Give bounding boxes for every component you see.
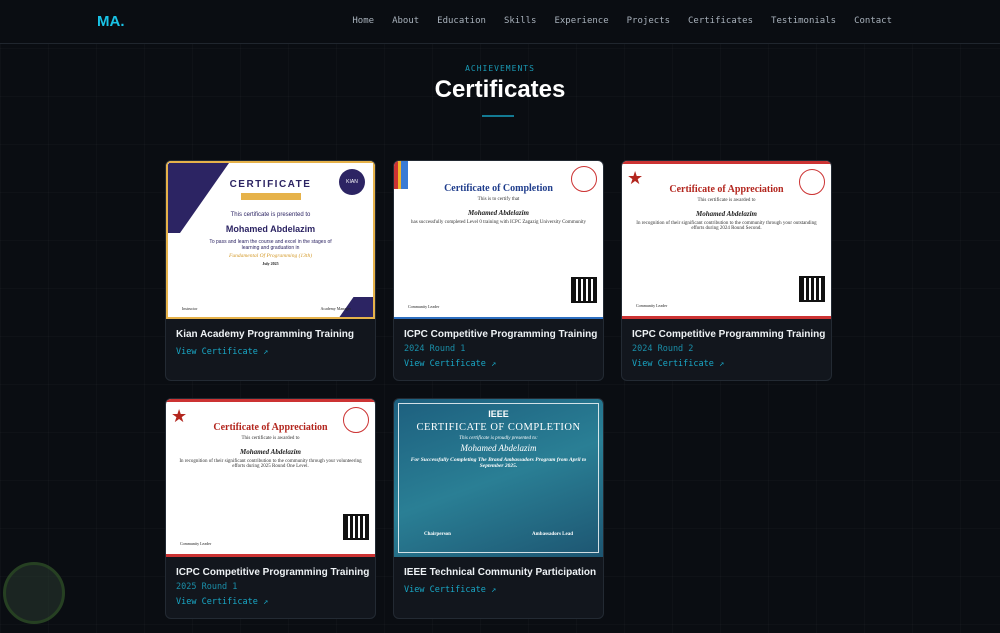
cert-body: has successfully completed Level 0 train… [411,220,586,225]
link-label: View Certificate [404,585,486,595]
card-subtitle: 2024 Round 1 [404,344,466,354]
cert-line: This certificate is awarded to [241,436,300,441]
cert-sig: Community Leader [180,541,212,546]
cert-course: Fundamental Of Programming (13th) [228,253,313,259]
cert-sig: Instructor [182,306,198,311]
site-logo[interactable]: MA. [97,13,125,30]
title-underline [482,115,514,117]
cert-body: To pass and learn the course and excel i… [209,239,332,251]
link-label: View Certificate [404,359,486,369]
cert-sig: Chairperson [424,532,451,537]
nav-about[interactable]: About [392,16,419,26]
link-label: View Certificate [176,347,258,357]
certificate-image[interactable]: ★ Certificate of Appreciation This certi… [622,161,831,319]
external-link-icon: ↗ [491,359,497,369]
certificate-card: IEEE CERTIFICATE OF COMPLETION This cert… [393,398,604,619]
external-link-icon: ↗ [719,359,725,369]
cert-line: This is to certify that [477,197,520,202]
qr-code [799,276,825,302]
link-label: View Certificate [632,359,714,369]
cert-sig: Community Leader [408,304,440,309]
nav-experience[interactable]: Experience [554,16,608,26]
nav-menu: Home About Education Skills Experience P… [352,16,892,26]
nav-testimonials[interactable]: Testimonials [771,16,836,26]
certificate-image[interactable]: KIAN CERTIFICATE This certificate is pre… [166,161,375,319]
cert-body: In recognition of their significant cont… [636,221,817,231]
cert-sig: Community Leader [636,303,668,308]
certificate-card: ★ Certificate of Appreciation This certi… [621,160,832,381]
top-nav: MA. Home About Education Skills Experien… [0,0,1000,44]
section-eyebrow: ACHIEVEMENTS [465,64,535,73]
card-title: ICPC Competitive Programming Training [632,329,826,340]
cert-name: Mohamed Abdelazim [468,209,529,217]
certificate-card: Certificate of Completion This is to cer… [393,160,604,381]
nav-skills[interactable]: Skills [504,16,537,26]
certificate-image[interactable]: ★ Certificate of Appreciation This certi… [166,399,375,557]
qr-code [343,514,369,540]
section-title: Certificates [434,76,566,103]
certificate-card: ★ Certificate of Appreciation This certi… [165,398,376,619]
cert-sig: Ambassadors Lead [532,532,573,537]
cert-name: Mohamed Abdelazim [225,224,316,234]
certificate-card: KIAN CERTIFICATE This certificate is pre… [165,160,376,381]
nav-certificates[interactable]: Certificates [688,16,753,26]
card-title: IEEE Technical Community Participation [404,567,597,578]
decor-stripe [168,163,237,233]
certificate-image[interactable]: Certificate of Completion This is to cer… [394,161,603,319]
card-subtitle: 2025 Round 1 [176,582,238,592]
cert-sig: Academy Manager [320,306,351,311]
external-link-icon: ↗ [263,347,269,357]
cert-name: Mohamed Abdelazim [696,210,757,218]
watermark-shield-logo [3,562,65,624]
cert-date: July 2025 [262,261,279,266]
nav-contact[interactable]: Contact [854,16,892,26]
cert-body: In recognition of their significant cont… [179,459,362,469]
view-certificate-link[interactable]: View Certificate ↗ [632,359,724,369]
card-subtitle: 2024 Round 2 [632,344,694,354]
cert-line: This certificate is awarded to [697,198,756,203]
decor-stripe [394,161,408,189]
nav-projects[interactable]: Projects [627,16,670,26]
cert-name: Mohamed Abdelazim [240,448,301,456]
icpc-seal [343,407,369,433]
cert-frame [398,403,599,553]
certificate-image[interactable]: IEEE CERTIFICATE OF COMPLETION This cert… [394,399,603,557]
external-link-icon: ↗ [491,585,497,595]
card-title: Kian Academy Programming Training [176,329,355,340]
kian-badge: KIAN [339,169,365,195]
icpc-seal [571,166,597,192]
nav-home[interactable]: Home [352,16,374,26]
view-certificate-link[interactable]: View Certificate ↗ [176,597,268,607]
card-title: ICPC Competitive Programming Training [176,567,370,578]
view-certificate-link[interactable]: View Certificate ↗ [404,585,496,595]
card-title: ICPC Competitive Programming Training [404,329,598,340]
star-icon: ★ [627,168,644,188]
cert-line: This certificate is presented to [230,212,311,218]
external-link-icon: ↗ [263,597,269,607]
qr-code [571,277,597,303]
star-icon: ★ [171,406,188,426]
link-label: View Certificate [176,597,258,607]
ribbon [240,193,301,200]
icpc-seal [799,169,825,195]
nav-education[interactable]: Education [437,16,486,26]
view-certificate-link[interactable]: View Certificate ↗ [404,359,496,369]
view-certificate-link[interactable]: View Certificate ↗ [176,347,268,357]
